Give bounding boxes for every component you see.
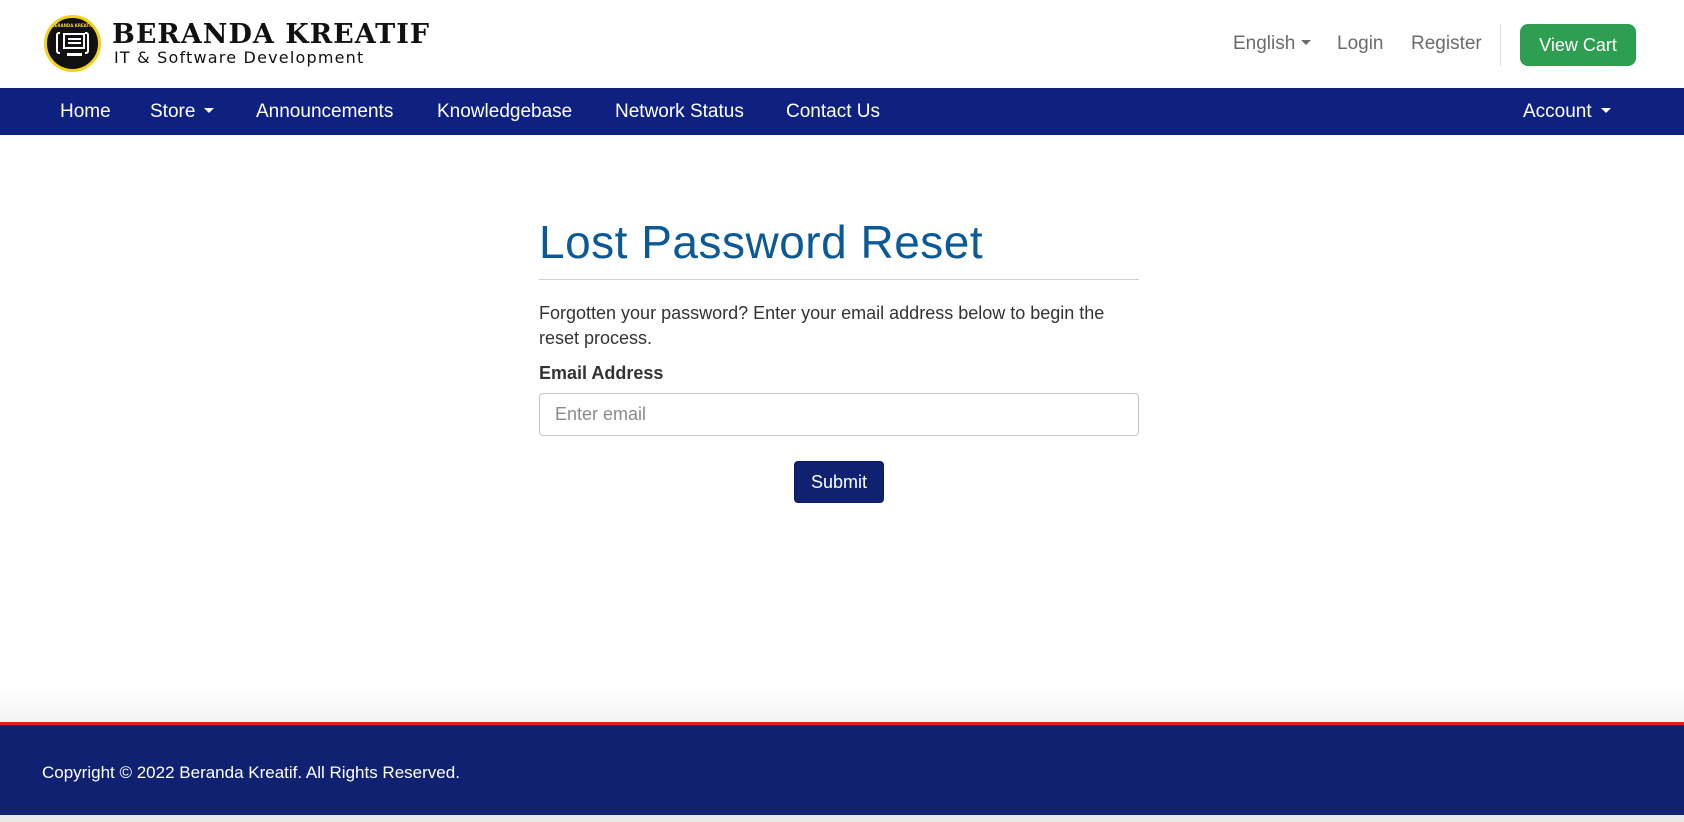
- nav-account[interactable]: Account: [1523, 101, 1611, 123]
- site-header: BERANDA KREATIF BERANDA KREATIF IT & Sof…: [0, 0, 1684, 88]
- view-cart-button[interactable]: View Cart: [1520, 24, 1636, 66]
- page-title: Lost Password Reset: [539, 216, 984, 268]
- submit-wrapper: Submit: [539, 461, 1139, 503]
- title-divider: [539, 279, 1139, 280]
- nav-store-label: Store: [150, 101, 196, 122]
- logo-text: BERANDA KREATIF IT & Software Developmen…: [112, 18, 431, 67]
- language-dropdown[interactable]: English: [1233, 33, 1312, 55]
- footer-shadow: [0, 690, 1684, 722]
- nav-store[interactable]: Store: [150, 101, 215, 123]
- nav-account-label: Account: [1523, 101, 1592, 122]
- email-label: Email Address: [539, 363, 664, 383]
- copyright-text: Copyright © 2022 Beranda Kreatif. All Ri…: [42, 763, 460, 782]
- caret-down-icon: [204, 108, 215, 114]
- logo-title: BERANDA KREATIF: [112, 18, 431, 50]
- main-navbar: Home Store Announcements Knowledgebase N…: [0, 88, 1684, 135]
- email-field[interactable]: [539, 393, 1139, 436]
- login-link[interactable]: Login: [1337, 33, 1384, 55]
- logo-ring-text: BERANDA KREATIF: [51, 23, 94, 28]
- logo-subtitle: IT & Software Development: [114, 47, 365, 67]
- nav-contact-us[interactable]: Contact Us: [786, 101, 880, 123]
- nav-home[interactable]: Home: [60, 101, 111, 123]
- password-reset-panel: Lost Password Reset Forgotten your passw…: [539, 205, 1139, 503]
- logo-emblem-icon: BERANDA KREATIF: [44, 15, 101, 72]
- nav-network-status[interactable]: Network Status: [615, 101, 744, 123]
- register-link[interactable]: Register: [1411, 33, 1482, 55]
- caret-down-icon: [1301, 39, 1312, 45]
- header-divider: [1500, 24, 1501, 66]
- nav-knowledgebase[interactable]: Knowledgebase: [437, 101, 572, 123]
- site-footer: Copyright © 2022 Beranda Kreatif. All Ri…: [0, 722, 1684, 815]
- caret-down-icon: [1600, 108, 1611, 114]
- bottom-strip: [0, 815, 1684, 822]
- language-label: English: [1233, 33, 1296, 54]
- nav-announcements[interactable]: Announcements: [256, 101, 393, 123]
- site-logo[interactable]: BERANDA KREATIF BERANDA KREATIF IT & Sof…: [44, 15, 430, 72]
- intro-text: Forgotten your password? Enter your emai…: [539, 303, 1105, 348]
- submit-button[interactable]: Submit: [794, 461, 884, 503]
